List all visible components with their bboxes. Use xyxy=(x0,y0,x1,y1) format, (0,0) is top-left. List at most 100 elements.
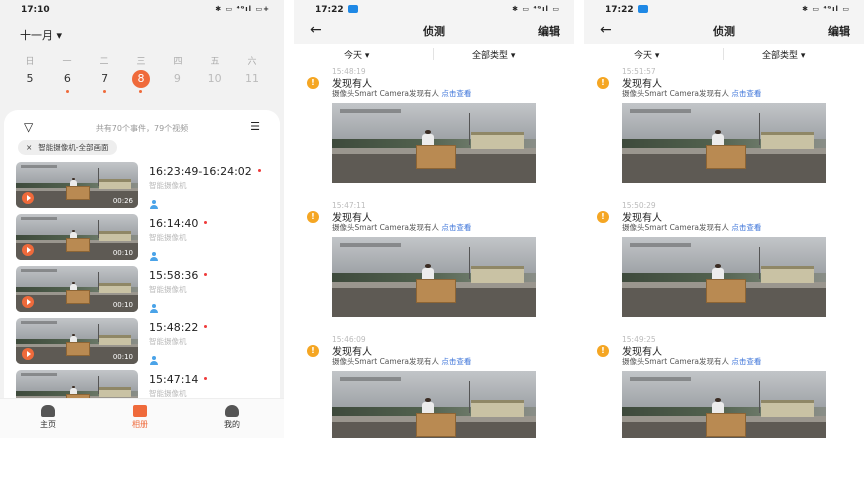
date-filter[interactable]: 今天 ▾ xyxy=(344,48,369,61)
tab-label: 主页 xyxy=(40,420,56,429)
detection-snapshot[interactable] xyxy=(332,237,536,317)
tab-album[interactable]: 相册 xyxy=(120,405,160,430)
status-bar: 17:22 ✱ ▭ ⁴ᴳıl ▭ xyxy=(294,0,574,18)
event-dot xyxy=(139,90,143,93)
alert-icon: ! xyxy=(597,77,609,89)
event-dot xyxy=(65,90,69,93)
person-icon xyxy=(150,252,158,261)
detection-feed: ! 15:51:57 发现有人 摄像头Smart Camera发现有人 点击查看! 15… xyxy=(584,64,864,438)
camera-snapshot xyxy=(332,103,536,183)
date-cell[interactable]: 5 xyxy=(20,72,40,88)
filter-chip[interactable]: × 智能摄像机-全部画面 xyxy=(18,140,117,155)
event-row[interactable]: 00:26 16:23:49-16:24:02 智能摄像机 xyxy=(16,162,276,212)
unread-dot xyxy=(204,273,208,276)
bottom-tab-bar: 主页 相册 我的 xyxy=(0,398,284,438)
view-link[interactable]: 点击查看 xyxy=(731,223,761,232)
view-link[interactable]: 点击查看 xyxy=(731,89,761,98)
event-time: 15:48:22 xyxy=(149,321,208,334)
date-filter[interactable]: 今天 ▾ xyxy=(634,48,659,61)
date-selected[interactable]: 8 xyxy=(131,70,150,93)
event-time: 16:14:40 xyxy=(149,217,208,230)
tab-label: 相册 xyxy=(132,420,148,429)
alert-icon: ! xyxy=(307,211,319,223)
event-row[interactable]: 00:10 15:58:36 智能摄像机 xyxy=(16,266,276,316)
detection-item: ! 15:50:29 发现有人 摄像头Smart Camera发现有人 点击查看 xyxy=(584,198,864,338)
edit-button[interactable]: 编辑 xyxy=(538,23,560,39)
detection-snapshot[interactable] xyxy=(622,237,826,317)
video-thumbnail[interactable]: 00:10 xyxy=(16,214,138,260)
play-icon[interactable] xyxy=(22,348,34,360)
view-link[interactable]: 点击查看 xyxy=(441,223,471,232)
detection-screen-1: 17:22 ✱ ▭ ⁴ᴳıl ▭ ← 侦测 编辑 今天 ▾ 全部类型 ▾ ! 15… xyxy=(294,0,574,438)
status-icons: ✱ ▭ ⁴ᴳıl ▭+ xyxy=(215,5,270,13)
status-time: 17:22 xyxy=(605,5,648,15)
video-thumbnail[interactable]: 00:26 xyxy=(16,162,138,208)
unread-dot xyxy=(204,221,208,224)
tab-profile[interactable]: 我的 xyxy=(212,405,252,430)
detection-description: 摄像头Smart Camera发现有人 点击查看 xyxy=(332,223,472,232)
edit-button[interactable]: 编辑 xyxy=(828,23,850,39)
play-icon[interactable] xyxy=(22,192,34,204)
page-title: 侦测 xyxy=(713,25,735,38)
detection-snapshot[interactable] xyxy=(622,371,826,438)
date-cell[interactable]: 7 xyxy=(95,72,115,93)
home-icon xyxy=(41,405,55,417)
detection-snapshot[interactable] xyxy=(622,103,826,183)
month-selector[interactable]: 十一月 ▾ xyxy=(20,27,62,43)
view-link[interactable]: 点击查看 xyxy=(441,357,471,366)
person-icon xyxy=(150,356,158,365)
date-cell[interactable]: 6 xyxy=(57,72,77,93)
event-source: 智能摄像机 xyxy=(149,337,187,346)
event-time: 15:47:14 xyxy=(149,373,208,386)
event-row[interactable]: 00:10 16:14:40 智能摄像机 xyxy=(16,214,276,264)
type-filter[interactable]: 全部类型 ▾ xyxy=(472,48,515,61)
tab-label: 我的 xyxy=(224,420,240,429)
event-source: 智能摄像机 xyxy=(149,181,187,190)
status-time: 17:22 xyxy=(315,5,358,15)
play-icon[interactable] xyxy=(22,296,34,308)
view-link[interactable]: 点击查看 xyxy=(441,89,471,98)
detection-snapshot[interactable] xyxy=(332,103,536,183)
close-icon[interactable]: × xyxy=(26,143,32,152)
video-thumbnail[interactable]: 00:10 xyxy=(16,266,138,312)
date-cell[interactable]: 11 xyxy=(242,72,262,88)
alert-icon: ! xyxy=(307,345,319,357)
weekday-label: 六 xyxy=(247,57,257,67)
chevron-down-icon: ▾ xyxy=(56,29,63,42)
video-thumbnail[interactable]: 00:10 xyxy=(16,318,138,364)
list-view-icon[interactable]: ☰ xyxy=(250,120,260,133)
weekday-row: 日一二三四五六 xyxy=(20,54,262,67)
weekday-label: 日 xyxy=(25,57,35,67)
notification-icon xyxy=(347,5,358,13)
view-link[interactable]: 点击查看 xyxy=(731,357,761,366)
divider xyxy=(433,48,434,60)
chevron-down-icon: ▾ xyxy=(510,51,516,61)
divider xyxy=(723,48,724,60)
event-time: 16:23:49-16:24:02 xyxy=(149,165,261,178)
notification-icon xyxy=(637,5,648,13)
event-source: 智能摄像机 xyxy=(149,233,187,242)
detection-description: 摄像头Smart Camera发现有人 点击查看 xyxy=(332,89,472,98)
alert-icon: ! xyxy=(307,77,319,89)
detection-snapshot[interactable] xyxy=(332,371,536,438)
play-icon[interactable] xyxy=(22,244,34,256)
header: ← 侦测 编辑 xyxy=(294,18,574,44)
camera-snapshot xyxy=(332,371,536,438)
date-cell[interactable]: 10 xyxy=(205,72,225,88)
profile-icon xyxy=(225,405,239,417)
date-cell[interactable]: 9 xyxy=(167,72,187,88)
event-dot xyxy=(103,90,107,93)
detection-item: ! 15:51:57 发现有人 摄像头Smart Camera发现有人 点击查看 xyxy=(584,64,864,204)
tab-home[interactable]: 主页 xyxy=(28,405,68,430)
status-icons: ✱ ▭ ⁴ᴳıl ▭ xyxy=(512,5,560,13)
album-icon xyxy=(133,405,147,417)
detection-description: 摄像头Smart Camera发现有人 点击查看 xyxy=(622,357,762,366)
person-icon xyxy=(150,304,158,313)
person-icon xyxy=(150,200,158,209)
video-duration: 00:10 xyxy=(112,249,133,257)
header: ← 侦测 编辑 xyxy=(584,18,864,44)
type-filter[interactable]: 全部类型 ▾ xyxy=(762,48,805,61)
weekday-label: 三 xyxy=(136,57,146,67)
event-row[interactable]: 00:10 15:48:22 智能摄像机 xyxy=(16,318,276,368)
alert-icon: ! xyxy=(597,211,609,223)
